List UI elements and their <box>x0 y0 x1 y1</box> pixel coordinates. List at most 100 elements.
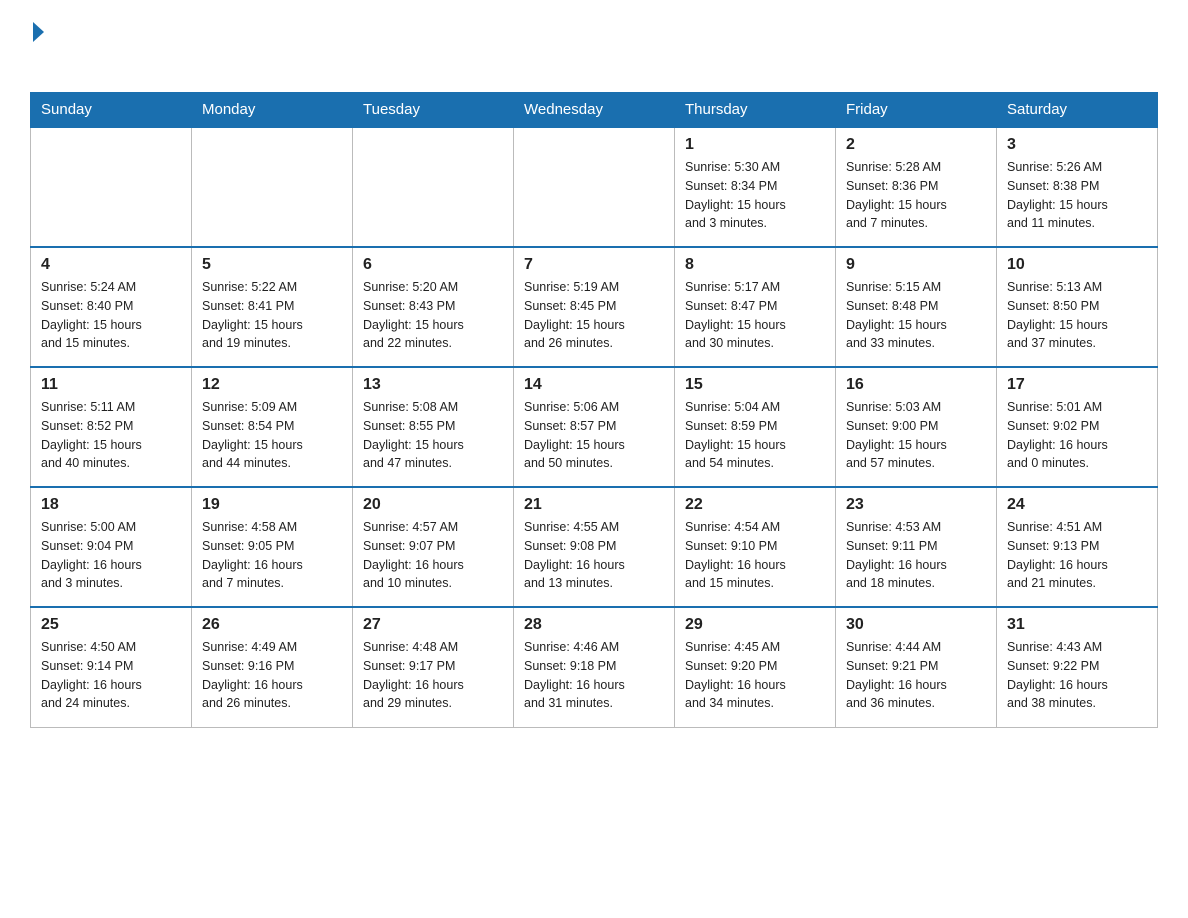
calendar-day-cell: 27 Sunrise: 4:48 AMSunset: 9:17 PMDayligh… <box>353 607 514 727</box>
calendar-day-cell: 24 Sunrise: 4:51 AMSunset: 9:13 PMDayligh… <box>997 487 1158 607</box>
calendar-week-row: 25Sunrise: 4:50 AMSunset: 9:14 PMDayligh… <box>31 607 1158 727</box>
day-number: 23 <box>846 496 986 514</box>
day-number: 4 <box>41 256 181 274</box>
calendar-week-row: 11 Sunrise: 5:11 AMSunset: 8:52 PMDayligh… <box>31 367 1158 487</box>
day-number: 28 <box>524 616 664 634</box>
day-info: Sunrise: 4:45 AMSunset: 9:20 PMDaylight:… <box>685 638 825 713</box>
weekday-header-monday: Monday <box>192 93 353 128</box>
calendar-header-row: SundayMondayTuesdayWednesdayThursdayFrid… <box>31 93 1158 128</box>
day-number: 11 <box>41 376 181 394</box>
day-info: Sunrise: 4:50 AMSunset: 9:14 PMDaylight:… <box>41 638 181 713</box>
calendar-week-row: 18 Sunrise: 5:00 AMSunset: 9:04 PMDayligh… <box>31 487 1158 607</box>
day-number: 8 <box>685 256 825 274</box>
calendar-day-cell: 25Sunrise: 4:50 AMSunset: 9:14 PMDayligh… <box>31 607 192 727</box>
day-number: 24 <box>1007 496 1147 514</box>
calendar-day-cell: 12 Sunrise: 5:09 AMSunset: 8:54 PMDayligh… <box>192 367 353 487</box>
day-number: 9 <box>846 256 986 274</box>
calendar-day-cell: 1Sunrise: 5:30 AMSunset: 8:34 PMDaylight… <box>675 127 836 247</box>
day-info: Sunrise: 4:49 AMSunset: 9:16 PMDaylight:… <box>202 638 342 713</box>
calendar-day-cell: 21 Sunrise: 4:55 AMSunset: 9:08 PMDayligh… <box>514 487 675 607</box>
calendar-day-cell: 6 Sunrise: 5:20 AMSunset: 8:43 PMDaylight… <box>353 247 514 367</box>
day-number: 21 <box>524 496 664 514</box>
calendar-day-cell: 8 Sunrise: 5:17 AMSunset: 8:47 PMDaylight… <box>675 247 836 367</box>
day-info: Sunrise: 5:01 AMSunset: 9:02 PMDaylight:… <box>1007 398 1147 473</box>
day-number: 3 <box>1007 136 1147 154</box>
day-number: 22 <box>685 496 825 514</box>
weekday-header-wednesday: Wednesday <box>514 93 675 128</box>
day-info: Sunrise: 4:58 AMSunset: 9:05 PMDaylight:… <box>202 518 342 593</box>
day-number: 31 <box>1007 616 1147 634</box>
day-number: 29 <box>685 616 825 634</box>
day-info: Sunrise: 5:15 AMSunset: 8:48 PMDaylight:… <box>846 278 986 353</box>
calendar-day-cell: 19 Sunrise: 4:58 AMSunset: 9:05 PMDayligh… <box>192 487 353 607</box>
day-number: 6 <box>363 256 503 274</box>
day-info: Sunrise: 4:44 AMSunset: 9:21 PMDaylight:… <box>846 638 986 713</box>
day-info: Sunrise: 5:03 AMSunset: 9:00 PMDaylight:… <box>846 398 986 473</box>
weekday-header-saturday: Saturday <box>997 93 1158 128</box>
calendar-day-cell: 17Sunrise: 5:01 AMSunset: 9:02 PMDayligh… <box>997 367 1158 487</box>
calendar-day-cell <box>192 127 353 247</box>
day-info: Sunrise: 5:11 AMSunset: 8:52 PMDaylight:… <box>41 398 181 473</box>
day-number: 18 <box>41 496 181 514</box>
day-info: Sunrise: 4:51 AMSunset: 9:13 PMDaylight:… <box>1007 518 1147 593</box>
calendar-day-cell: 31 Sunrise: 4:43 AMSunset: 9:22 PMDayligh… <box>997 607 1158 727</box>
day-number: 2 <box>846 136 986 154</box>
day-info: Sunrise: 5:20 AMSunset: 8:43 PMDaylight:… <box>363 278 503 353</box>
day-info: Sunrise: 4:43 AMSunset: 9:22 PMDaylight:… <box>1007 638 1147 713</box>
calendar-day-cell: 7 Sunrise: 5:19 AMSunset: 8:45 PMDaylight… <box>514 247 675 367</box>
day-number: 7 <box>524 256 664 274</box>
calendar-table: SundayMondayTuesdayWednesdayThursdayFrid… <box>30 92 1158 728</box>
day-info: Sunrise: 5:06 AMSunset: 8:57 PMDaylight:… <box>524 398 664 473</box>
calendar-day-cell: 11 Sunrise: 5:11 AMSunset: 8:52 PMDayligh… <box>31 367 192 487</box>
day-number: 14 <box>524 376 664 394</box>
day-info: Sunrise: 5:09 AMSunset: 8:54 PMDaylight:… <box>202 398 342 473</box>
day-info: Sunrise: 4:55 AMSunset: 9:08 PMDaylight:… <box>524 518 664 593</box>
calendar-day-cell: 15Sunrise: 5:04 AMSunset: 8:59 PMDayligh… <box>675 367 836 487</box>
day-info: Sunrise: 5:24 AMSunset: 8:40 PMDaylight:… <box>41 278 181 353</box>
calendar-day-cell: 20 Sunrise: 4:57 AMSunset: 9:07 PMDayligh… <box>353 487 514 607</box>
day-number: 5 <box>202 256 342 274</box>
weekday-header-tuesday: Tuesday <box>353 93 514 128</box>
calendar-day-cell: 26 Sunrise: 4:49 AMSunset: 9:16 PMDayligh… <box>192 607 353 727</box>
logo-arrow-icon <box>33 22 44 42</box>
calendar-day-cell <box>514 127 675 247</box>
day-info: Sunrise: 4:53 AMSunset: 9:11 PMDaylight:… <box>846 518 986 593</box>
day-info: Sunrise: 4:54 AMSunset: 9:10 PMDaylight:… <box>685 518 825 593</box>
day-info: Sunrise: 4:48 AMSunset: 9:17 PMDaylight:… <box>363 638 503 713</box>
logo <box>30 20 44 74</box>
calendar-week-row: 1Sunrise: 5:30 AMSunset: 8:34 PMDaylight… <box>31 127 1158 247</box>
day-info: Sunrise: 5:08 AMSunset: 8:55 PMDaylight:… <box>363 398 503 473</box>
calendar-day-cell: 22 Sunrise: 4:54 AMSunset: 9:10 PMDayligh… <box>675 487 836 607</box>
page-header <box>30 20 1158 74</box>
calendar-day-cell: 28 Sunrise: 4:46 AMSunset: 9:18 PMDayligh… <box>514 607 675 727</box>
day-number: 27 <box>363 616 503 634</box>
calendar-day-cell: 10Sunrise: 5:13 AMSunset: 8:50 PMDayligh… <box>997 247 1158 367</box>
day-info: Sunrise: 5:17 AMSunset: 8:47 PMDaylight:… <box>685 278 825 353</box>
calendar-day-cell: 2Sunrise: 5:28 AMSunset: 8:36 PMDaylight… <box>836 127 997 247</box>
day-info: Sunrise: 4:57 AMSunset: 9:07 PMDaylight:… <box>363 518 503 593</box>
calendar-day-cell: 9 Sunrise: 5:15 AMSunset: 8:48 PMDaylight… <box>836 247 997 367</box>
day-number: 12 <box>202 376 342 394</box>
day-info: Sunrise: 5:13 AMSunset: 8:50 PMDaylight:… <box>1007 278 1147 353</box>
day-info: Sunrise: 5:22 AMSunset: 8:41 PMDaylight:… <box>202 278 342 353</box>
calendar-day-cell: 4 Sunrise: 5:24 AMSunset: 8:40 PMDaylight… <box>31 247 192 367</box>
calendar-day-cell: 16 Sunrise: 5:03 AMSunset: 9:00 PMDayligh… <box>836 367 997 487</box>
day-number: 19 <box>202 496 342 514</box>
calendar-day-cell: 14 Sunrise: 5:06 AMSunset: 8:57 PMDayligh… <box>514 367 675 487</box>
weekday-header-friday: Friday <box>836 93 997 128</box>
calendar-day-cell: 3Sunrise: 5:26 AMSunset: 8:38 PMDaylight… <box>997 127 1158 247</box>
calendar-day-cell: 5 Sunrise: 5:22 AMSunset: 8:41 PMDaylight… <box>192 247 353 367</box>
calendar-day-cell: 29 Sunrise: 4:45 AMSunset: 9:20 PMDayligh… <box>675 607 836 727</box>
day-number: 13 <box>363 376 503 394</box>
day-number: 15 <box>685 376 825 394</box>
calendar-day-cell: 23 Sunrise: 4:53 AMSunset: 9:11 PMDayligh… <box>836 487 997 607</box>
day-info: Sunrise: 4:46 AMSunset: 9:18 PMDaylight:… <box>524 638 664 713</box>
day-number: 26 <box>202 616 342 634</box>
day-number: 16 <box>846 376 986 394</box>
calendar-week-row: 4 Sunrise: 5:24 AMSunset: 8:40 PMDaylight… <box>31 247 1158 367</box>
day-info: Sunrise: 5:00 AMSunset: 9:04 PMDaylight:… <box>41 518 181 593</box>
day-info: Sunrise: 5:30 AMSunset: 8:34 PMDaylight:… <box>685 158 825 233</box>
calendar-day-cell: 30Sunrise: 4:44 AMSunset: 9:21 PMDayligh… <box>836 607 997 727</box>
day-number: 20 <box>363 496 503 514</box>
day-info: Sunrise: 5:19 AMSunset: 8:45 PMDaylight:… <box>524 278 664 353</box>
